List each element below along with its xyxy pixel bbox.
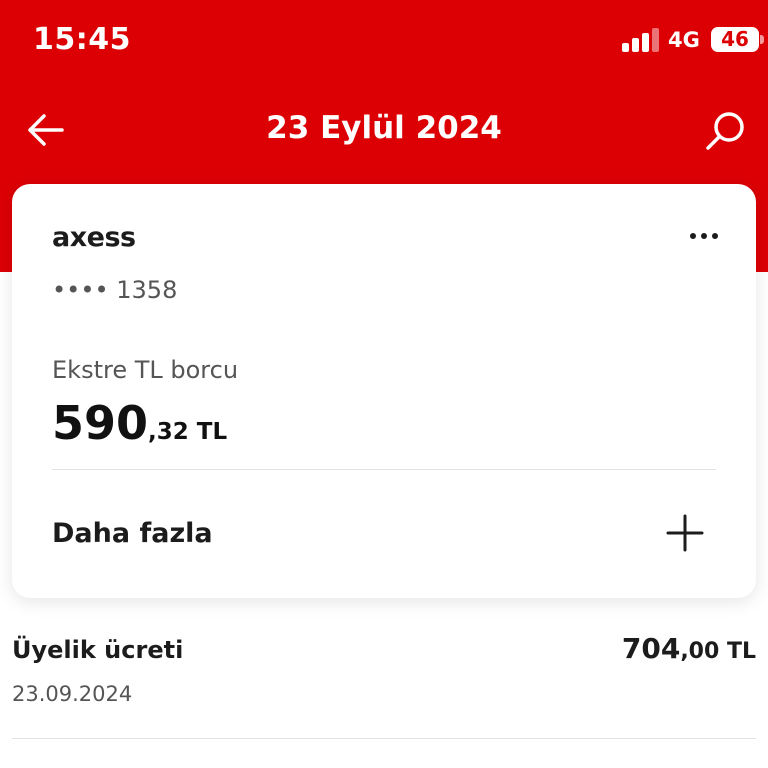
more-horizontal-icon xyxy=(690,233,696,239)
transaction-title: Üyelik ücreti xyxy=(12,636,184,664)
debt-amount: 590,32 TL xyxy=(52,396,227,450)
transaction-divider xyxy=(12,738,756,739)
search-button[interactable] xyxy=(700,106,750,156)
transaction-date: 23.09.2024 xyxy=(12,682,133,706)
battery-icon: 46 xyxy=(711,27,759,52)
status-time: 15:45 xyxy=(33,22,131,57)
plus-icon xyxy=(666,514,704,552)
battery-level: 46 xyxy=(721,27,749,51)
transaction-amount: 704,00 TL xyxy=(622,632,756,665)
signal-icon xyxy=(622,28,660,52)
debt-label: Ekstre TL borcu xyxy=(52,356,239,384)
transaction-amount-whole: 704 xyxy=(621,632,681,665)
card-number: •••• 1358 xyxy=(52,276,178,304)
network-type: 4G xyxy=(668,28,700,52)
more-details-button[interactable]: Daha fazla xyxy=(12,470,756,598)
transaction-amount-fraction: ,00 TL xyxy=(680,639,756,664)
brand-logo: axess xyxy=(52,222,136,253)
more-details-label: Daha fazla xyxy=(52,518,213,549)
debt-amount-fraction: ,32 TL xyxy=(148,419,228,445)
battery-tip xyxy=(760,35,764,44)
credit-card-summary: axess •••• 1358 Ekstre TL borcu 590,32 T… xyxy=(12,184,756,598)
status-bar: 15:45 4G 46 xyxy=(0,0,768,80)
debt-amount-whole: 590 xyxy=(52,396,149,450)
page-title: 23 Eylül 2024 xyxy=(266,110,502,146)
transaction-row[interactable]: Üyelik ücreti 23.09.2024 704,00 TL xyxy=(0,620,768,740)
card-menu-button[interactable] xyxy=(684,228,724,244)
search-icon xyxy=(706,112,744,150)
